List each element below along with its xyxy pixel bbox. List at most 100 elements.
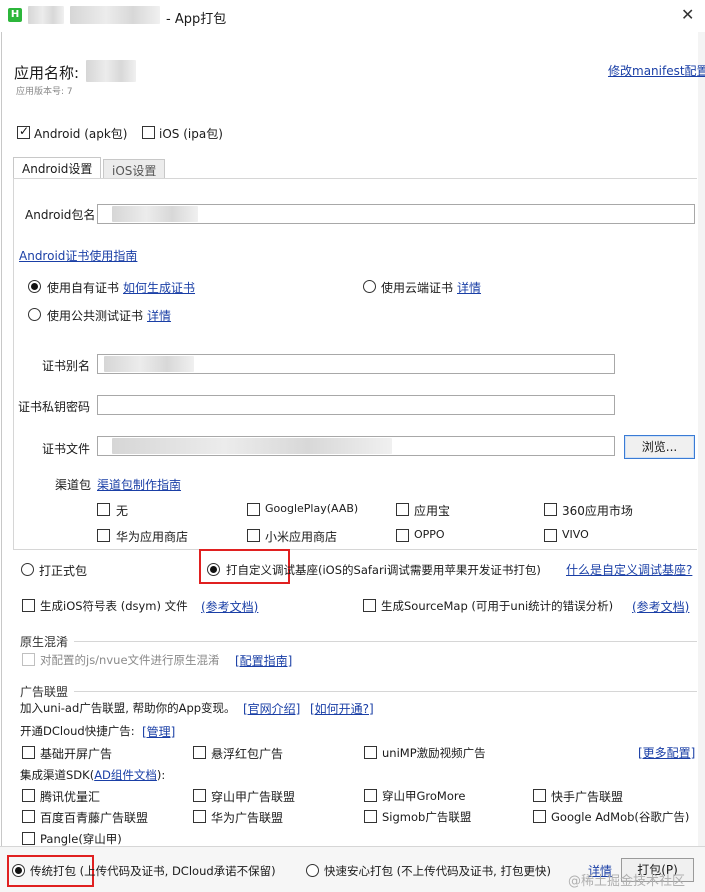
channel-checkbox-huawei[interactable] [97,529,110,542]
channel-checkbox-googleplay[interactable] [247,503,260,516]
cert-password-label: 证书私钥密码 [18,400,91,414]
cloud-cert-label: 使用云端证书 [381,281,454,295]
channel-label-vivo: VIVO [562,528,589,541]
channel-guide-link[interactable]: 渠道包制作指南 [97,476,181,493]
channel-checkbox-yingyongbao[interactable] [396,503,409,516]
ad-reward-video-checkbox[interactable] [364,746,377,759]
public-cert-detail-link[interactable]: 详情 [147,307,171,324]
ads-intro-link[interactable]: [官网介绍] [243,700,300,717]
blurred-project-name [70,6,160,24]
dsym-label: 生成iOS符号表 (dsym) 文件 [40,599,188,613]
sdk-gromore-label: 穿山甲GroMore [382,789,466,803]
ads-howto-link[interactable]: [如何开通?] [310,700,374,717]
scrollbar[interactable] [698,32,705,852]
public-cert-label: 使用公共测试证书 [47,309,144,323]
cloud-cert-radio[interactable] [363,280,376,293]
app-name-value [86,60,136,82]
cert-file-label: 证书文件 [42,442,91,456]
cert-file-value [112,438,392,454]
channel-label-huawei: 华为应用商店 [116,530,189,544]
sourcemap-label: 生成SourceMap (可用于uni统计的错误分析) [381,599,614,613]
channel-label-yingyongbao: 应用宝 [414,504,451,518]
sdk-pangle-checkbox[interactable] [22,832,35,845]
ios-platform-checkbox[interactable] [142,126,155,139]
own-cert-label: 使用自有证书 [47,281,120,295]
cert-alias-value [104,356,194,372]
public-cert-radio[interactable] [28,308,41,321]
sdk-label: 集成渠道SDK(AD组件文档): [20,767,165,783]
ad-splash-checkbox[interactable] [22,746,35,759]
hbuilder-logo-icon: H [8,8,22,22]
channel-checkbox-xiaomi[interactable] [247,529,260,542]
close-icon[interactable]: ✕ [681,5,694,24]
sdk-pangle-label: Pangle(穿山甲) [40,832,122,846]
sdk-pangolin-label: 穿山甲广告联盟 [211,790,296,804]
tab-divider [13,178,697,179]
ads-intro: 加入uni-ad广告联盟, 帮助你的App变现。 [20,701,236,715]
watermark: @稀土掘金技术社区 [568,874,686,889]
channel-label-none: 无 [116,504,129,518]
sdk-label-post: ): [156,768,166,782]
sdk-sigmob-checkbox[interactable] [364,810,377,823]
custom-base-help-link[interactable]: 什么是自定义调试基座? [566,561,692,578]
window-title: - App打包 [166,12,227,27]
how-generate-cert-link[interactable]: 如何生成证书 [123,279,195,296]
cert-password-input[interactable] [97,395,615,415]
channel-label: 渠道包 [55,478,92,492]
android-cert-guide-link[interactable]: Android证书使用指南 [19,247,137,264]
sdk-huawei-label: 华为广告联盟 [211,811,284,825]
browse-button[interactable]: 浏览... [624,435,695,459]
sdk-baidu-checkbox[interactable] [22,810,35,823]
dsym-checkbox[interactable] [22,599,35,612]
channel-label-googleplay: GooglePlay(AAB) [265,502,359,515]
ad-component-doc-link[interactable]: AD组件文档 [94,768,157,782]
channel-checkbox-vivo[interactable] [544,529,557,542]
blurred-project-name [28,6,64,24]
sdk-kuaishou-label: 快手广告联盟 [551,790,624,804]
ads-more-config-link[interactable]: [更多配置] [638,744,695,761]
ad-splash-label: 基础开屏广告 [40,747,113,761]
own-cert-radio[interactable] [28,280,41,293]
sdk-tencent-checkbox[interactable] [22,789,35,802]
fast-build-radio[interactable] [306,864,319,877]
ads-manage-link[interactable]: [管理] [142,723,175,740]
obfuscation-guide-link[interactable]: [配置指南] [235,652,292,669]
cloud-cert-detail-link[interactable]: 详情 [457,279,481,296]
manifest-link[interactable]: 修改manifest配置 [608,62,705,79]
ad-reward-video-label: uniMP激励视频广告 [382,746,486,760]
ios-platform-label: iOS (ipa包) [159,127,223,141]
formal-build-radio[interactable] [21,563,34,576]
custom-base-radio[interactable] [207,563,220,576]
version-label: 应用版本号: 7 [16,87,73,97]
obfuscation-label: 对配置的js/nvue文件进行原生混淆 [40,653,220,667]
sdk-huawei-checkbox[interactable] [193,810,206,823]
sourcemap-checkbox[interactable] [363,599,376,612]
obfuscation-divider [74,641,697,642]
sdk-admob-label: Google AdMob(谷歌广告) [551,810,690,824]
obfuscation-checkbox[interactable] [22,653,35,666]
obfuscation-title: 原生混淆 [20,635,69,649]
sdk-gromore-checkbox[interactable] [364,789,377,802]
android-package-value [112,206,198,222]
channel-checkbox-360[interactable] [544,503,557,516]
sourcemap-doc-link[interactable]: (参考文档) [632,598,689,615]
sdk-label-pre: 集成渠道SDK( [20,768,95,782]
android-platform-checkbox[interactable] [17,124,30,139]
channel-checkbox-oppo[interactable] [396,529,409,542]
custom-base-label: 打自定义调试基座(iOS的Safari调试需要用苹果开发证书打包) [226,563,541,577]
sdk-kuaishou-checkbox[interactable] [533,789,546,802]
sdk-pangolin-checkbox[interactable] [193,789,206,802]
tab-ios-settings[interactable]: iOS设置 [103,159,166,179]
sdk-admob-checkbox[interactable] [533,810,546,823]
tab-android-settings[interactable]: Android设置 [13,157,102,179]
sdk-tencent-label: 腾讯优量汇 [40,790,101,804]
window-frame [1,32,2,852]
dsym-doc-link[interactable]: (参考文档) [201,598,258,615]
traditional-build-radio[interactable] [12,864,25,877]
channel-checkbox-none[interactable] [97,503,110,516]
ads-divider [74,691,697,692]
cert-alias-label: 证书别名 [42,359,91,373]
ad-redpacket-checkbox[interactable] [193,746,206,759]
android-platform-label: Android (apk包) [34,127,128,141]
channel-label-360: 360应用市场 [562,504,633,518]
